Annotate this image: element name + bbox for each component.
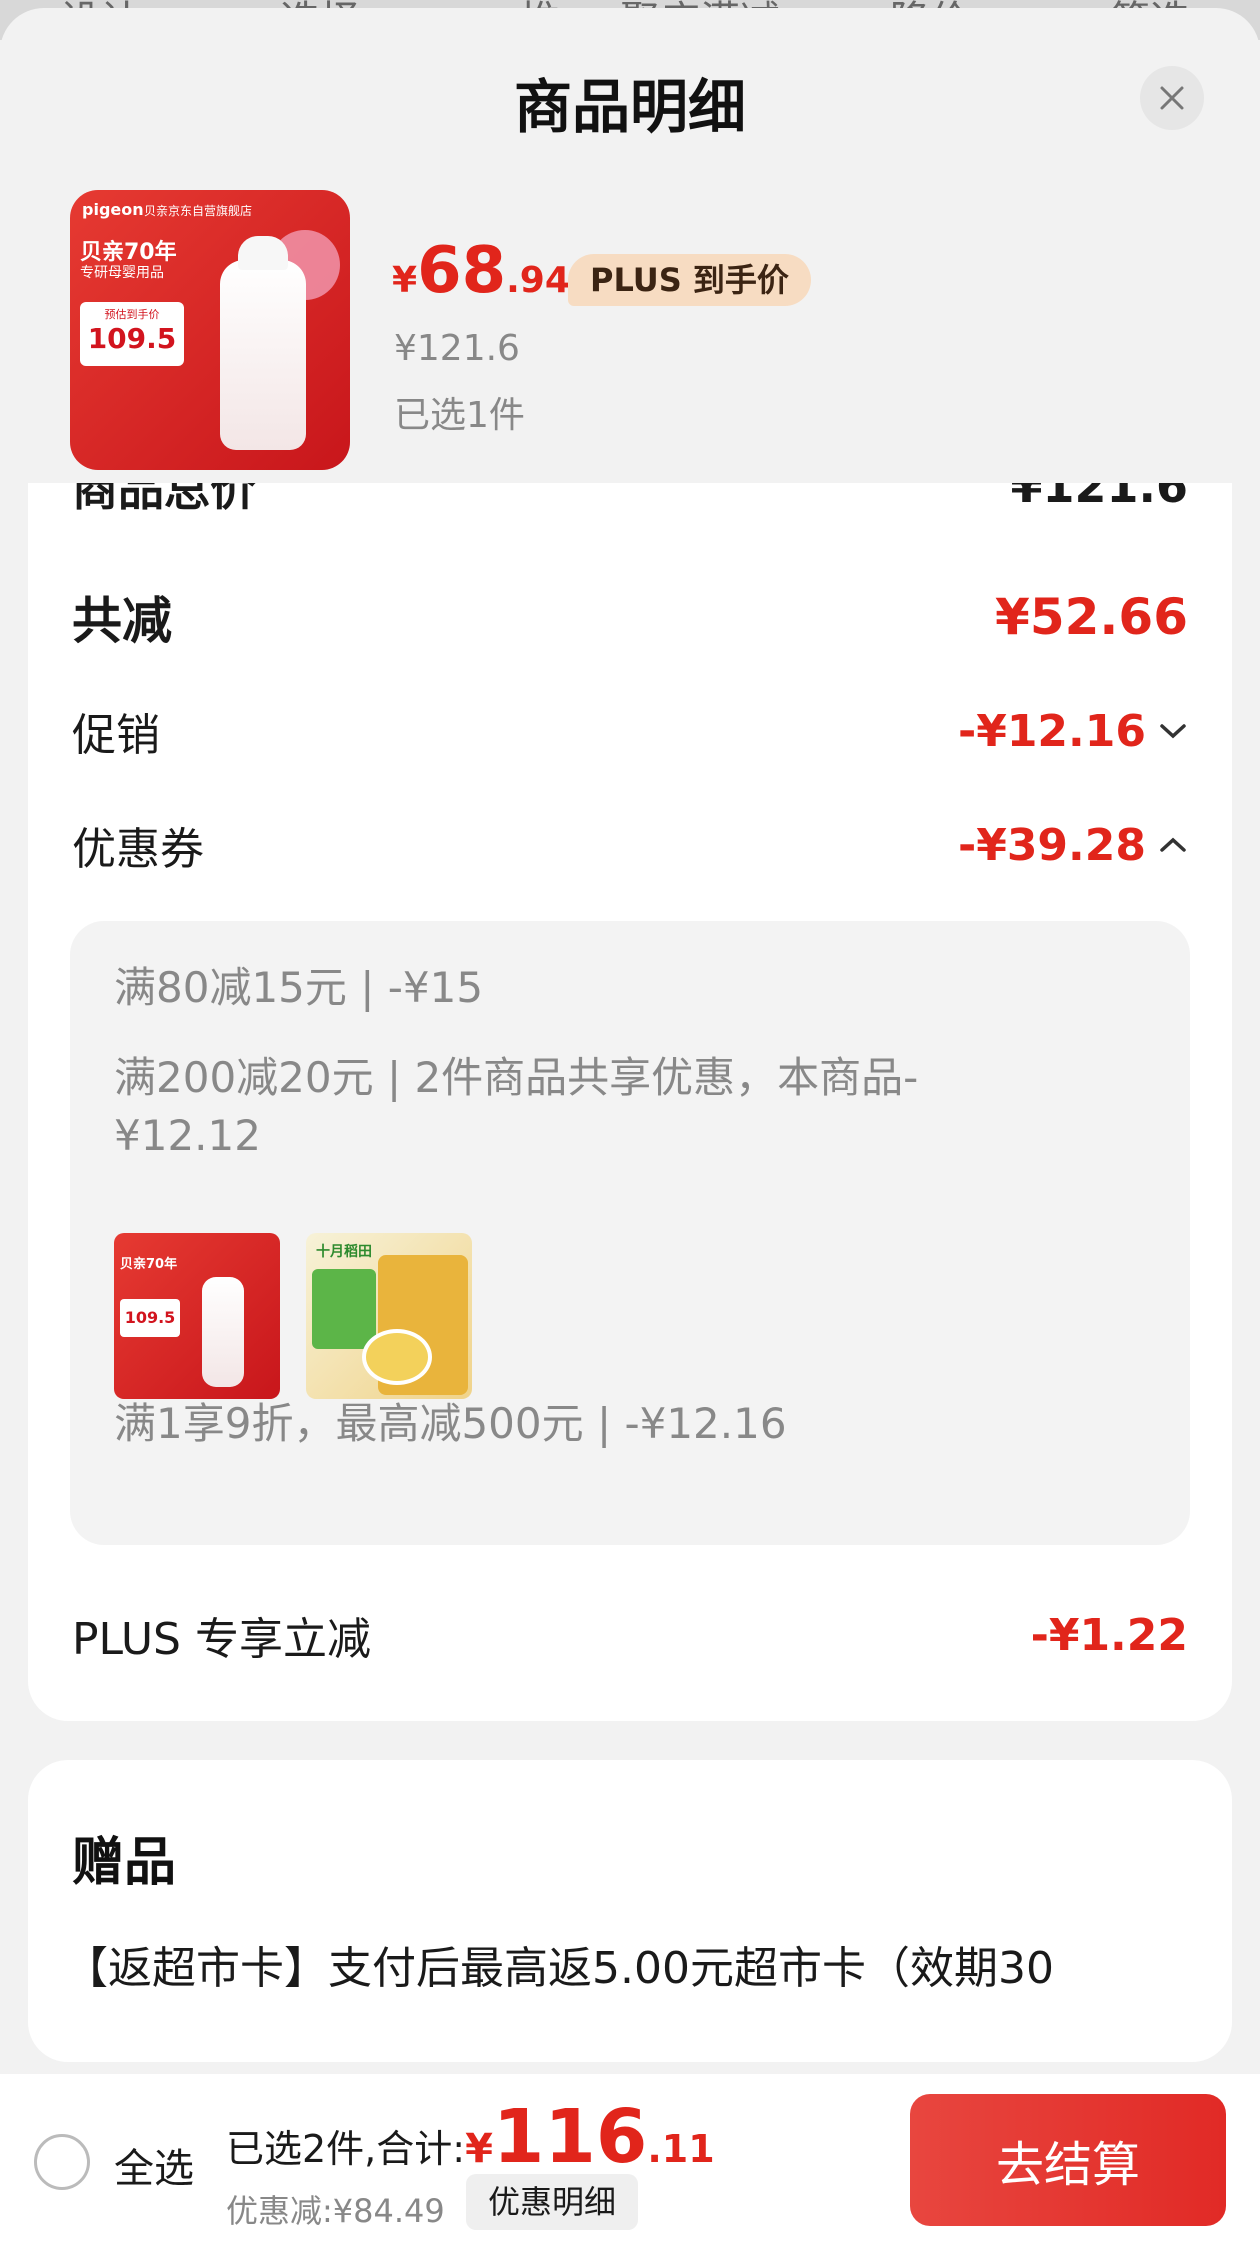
product-price: ¥68.94 (392, 234, 570, 308)
promotion-label: 促销 (72, 710, 160, 761)
brand-logo: pigeon (82, 200, 144, 219)
baby-bottle-image (202, 1277, 244, 1387)
checkout-bar: 全选 已选2件,合计: ¥ 116 .11 优惠减:¥84.49 优惠明细 去结… (0, 2074, 1260, 2248)
coupon-line: 满1享9折，最高减500元 | -¥12.16 (114, 1399, 787, 1448)
sheet-title: 商品明细 (513, 73, 746, 141)
checkout-button[interactable]: 去结算 (910, 2094, 1226, 2226)
plus-discount-row: PLUS 专享立减 -¥1.22 (72, 1603, 1188, 1667)
thumb-subline: 专研母婴用品 (80, 265, 164, 281)
store-name: 贝亲京东自营旗舰店 (144, 204, 253, 218)
thumb-price: 109.5 (87, 322, 177, 355)
coupon-line: 满200减20元 | 2件商品共享优惠，本商品-¥12.12 (114, 1053, 919, 1160)
total-discount-value: ¥52.66 (995, 588, 1188, 646)
detail-sheet: 商品明细 pigeon 贝亲京东自营旗舰店 贝亲70年 专研母婴用品 预估到手价… (0, 8, 1260, 2248)
select-all-checkbox[interactable] (34, 2134, 90, 2190)
sum-currency: ¥ (465, 2126, 493, 2172)
coupon-line: 满80减15元 | -¥15 (114, 963, 484, 1012)
price-currency: ¥ (392, 260, 418, 301)
plus-discount-value: -¥1.22 (1030, 1609, 1188, 1661)
selected-count: 已选1件 (394, 395, 525, 436)
product-header: pigeon 贝亲京东自营旗舰店 贝亲70年 专研母婴用品 预估到手价 109.… (0, 178, 1260, 483)
coupon-value: -¥39.28 (957, 819, 1146, 871)
discount-detail-button[interactable]: 优惠明细 (466, 2174, 639, 2230)
discount-amount: 优惠减:¥84.49 (226, 2192, 445, 2230)
promotion-value: -¥12.16 (957, 705, 1146, 757)
price-integer: 68 (417, 234, 507, 308)
plus-price-tag: PLUS 到手价 (568, 254, 811, 306)
gift-title: 赠品 (72, 1833, 177, 1893)
close-button[interactable] (1140, 66, 1204, 130)
coupon-details: 满80减15元 | -¥15 满200减20元 | 2件商品共享优惠，本商品-¥… (70, 921, 1190, 1545)
mini-thumb-brand: 十月稻田 (316, 1244, 372, 1260)
coupon-product-thumbnail[interactable]: 贝亲70年 109.5 (114, 1233, 280, 1399)
gift-description: 【返超市卡】支付后最高返5.00元超市卡（效期30 (64, 1943, 1054, 1994)
total-discount-label: 共减 (72, 592, 172, 650)
coupon-product-thumbnail[interactable]: 十月稻田 (306, 1233, 472, 1399)
gift-card: 赠品 【返超市卡】支付后最高返5.00元超市卡（效期30 (28, 1760, 1232, 2062)
bowl-image (362, 1329, 432, 1385)
chevron-up-icon[interactable] (1158, 835, 1188, 855)
sum-integer: 116 (492, 2094, 648, 2180)
original-price: ¥121.6 (394, 328, 520, 369)
coupon-label: 优惠券 (72, 824, 204, 875)
price-breakdown-card: 商品总价 ¥121.6 共减 ¥52.66 促销 -¥12.16 优惠券 -¥3… (28, 459, 1232, 1721)
coupon-row[interactable]: 优惠券 -¥39.28 (72, 813, 1188, 877)
thumb-price-box: 预估到手价 109.5 (80, 302, 184, 366)
plus-discount-label: PLUS 专享立减 (72, 1614, 371, 1665)
price-decimal: .94 (506, 260, 570, 301)
green-package-image (312, 1269, 376, 1349)
mini-thumb-text: 贝亲70年 (120, 1257, 178, 1272)
close-icon (1160, 86, 1184, 110)
baby-bottle-image (220, 236, 306, 450)
sum-label: 已选2件,合计: (226, 2127, 466, 2171)
product-thumbnail[interactable]: pigeon 贝亲京东自营旗舰店 贝亲70年 专研母婴用品 预估到手价 109.… (70, 190, 350, 470)
chevron-down-icon[interactable] (1158, 721, 1188, 741)
total-discount-row: 共减 ¥52.66 (72, 581, 1188, 653)
sum-decimal: .11 (647, 2127, 715, 2171)
select-all-label[interactable]: 全选 (114, 2136, 194, 2194)
mini-thumb-price: 109.5 (120, 1299, 180, 1337)
thumb-price-label: 预估到手价 (104, 308, 160, 321)
promotion-row[interactable]: 促销 -¥12.16 (72, 699, 1188, 763)
total-summary: 已选2件,合计: ¥ 116 .11 (226, 2094, 715, 2180)
